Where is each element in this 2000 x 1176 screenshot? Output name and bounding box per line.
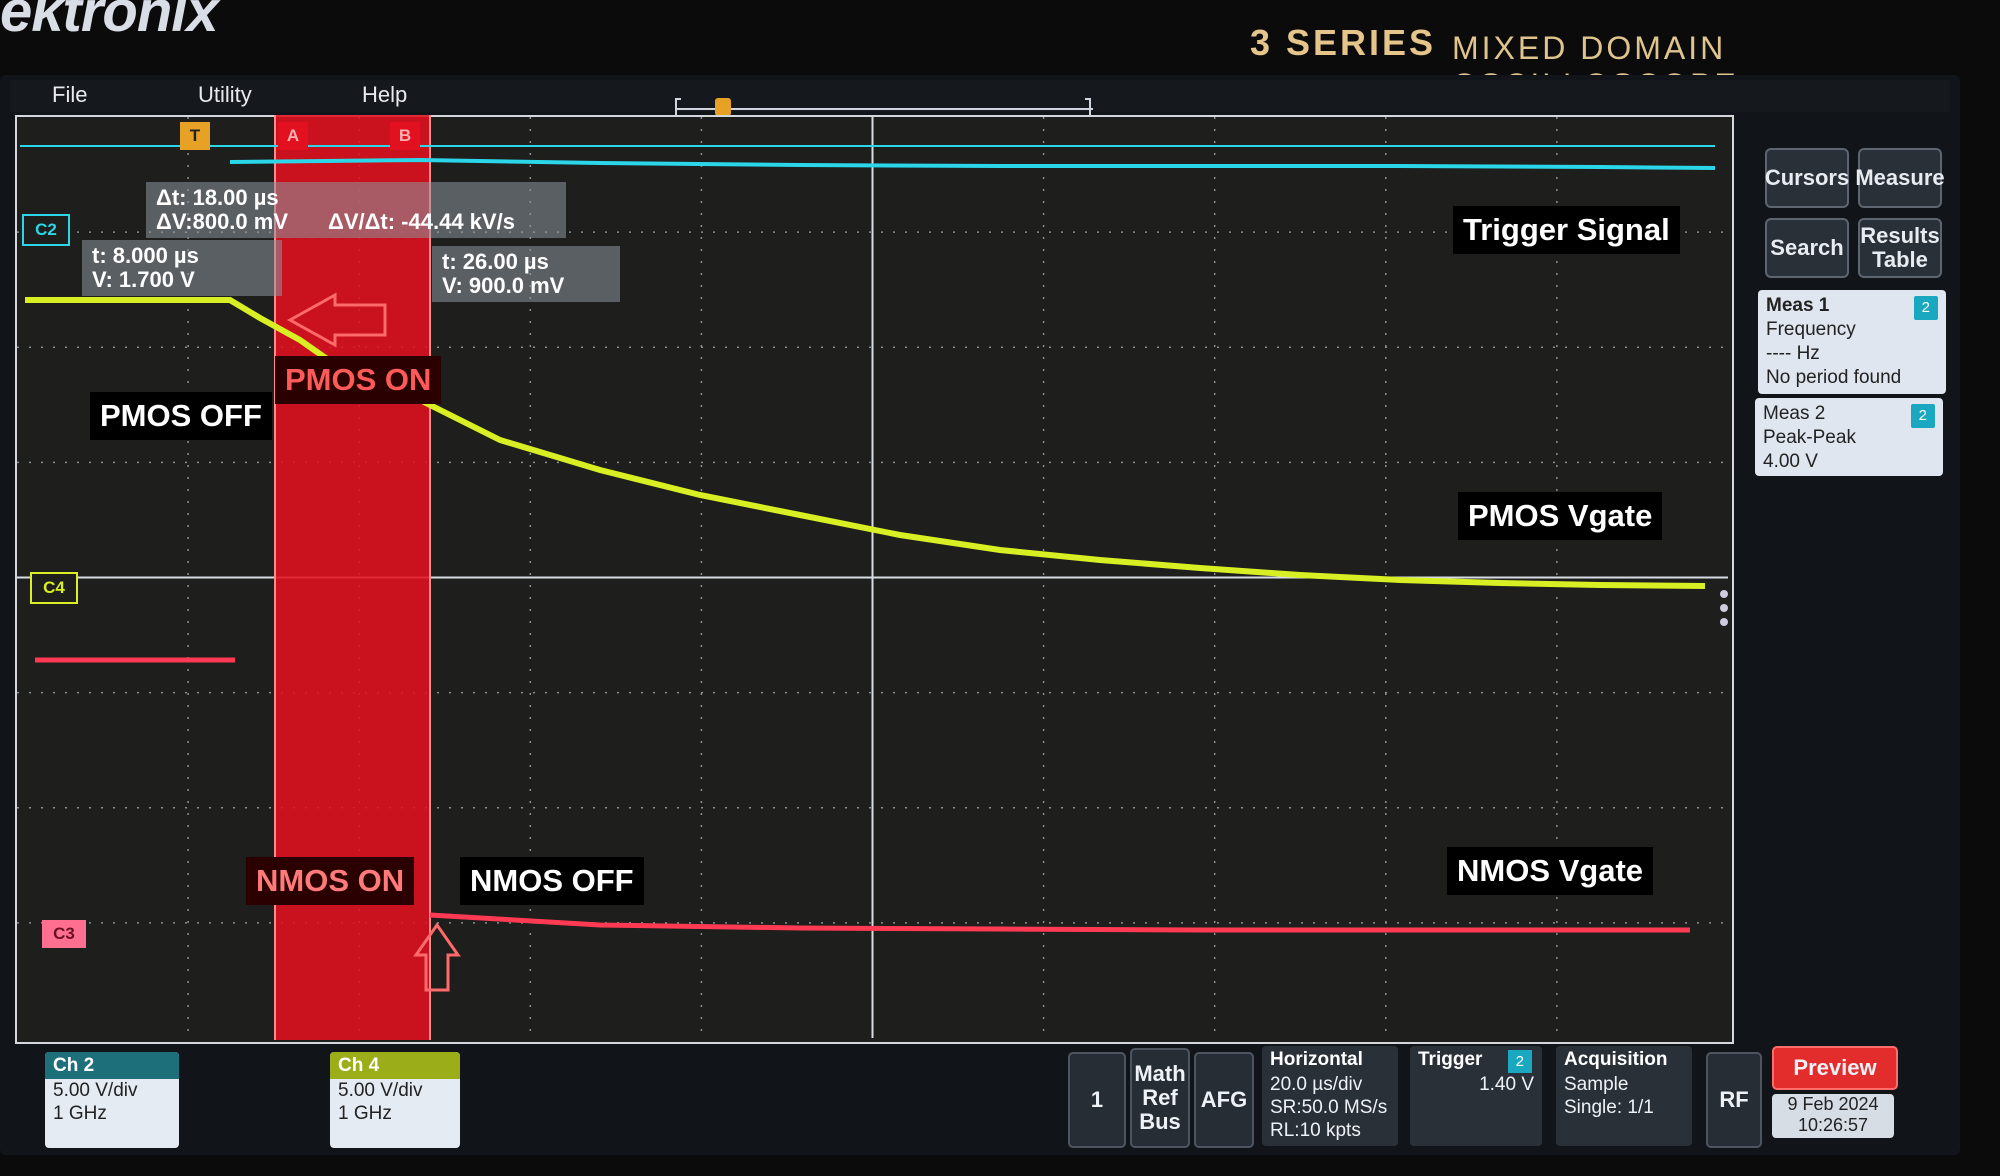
meas2-badge[interactable]: Meas 2 2 Peak-Peak 4.00 V bbox=[1755, 398, 1943, 476]
cursor-b-readout: t: 26.00 µs V: 900.0 mV bbox=[432, 246, 620, 302]
horizontal-scale: 20.0 µs/div bbox=[1270, 1074, 1363, 1095]
meas1-channel: 2 bbox=[1913, 296, 1938, 320]
rf-button[interactable]: RF bbox=[1706, 1052, 1762, 1148]
results-table-button[interactable]: Results Table bbox=[1858, 218, 1942, 278]
horizontal-badge[interactable]: Horizontal 20.0 µs/div SR:50.0 MS/s RL:1… bbox=[1262, 1046, 1398, 1146]
meas2-line2: 4.00 V bbox=[1763, 451, 1818, 472]
more-handle[interactable] bbox=[1720, 590, 1728, 626]
delta-v-value: ΔV:800.0 mV bbox=[156, 209, 288, 234]
time-value: 10:26:57 bbox=[1797, 1115, 1869, 1135]
label-pmos-on: PMOS ON bbox=[275, 356, 442, 404]
acquisition-title: Acquisition bbox=[1564, 1049, 1668, 1070]
horizontal-samplerate: SR:50.0 MS/s bbox=[1270, 1097, 1388, 1118]
label-nmos-off: NMOS OFF bbox=[460, 857, 644, 905]
cursor-b-handle[interactable]: B bbox=[390, 122, 420, 150]
results-table-line1: Results bbox=[1860, 223, 1940, 248]
meas1-line1: Frequency bbox=[1766, 319, 1856, 340]
cursor-a-handle[interactable]: A bbox=[278, 122, 308, 150]
label-nmos-vgate: NMOS Vgate bbox=[1447, 847, 1654, 895]
date-value: 9 Feb 2024 bbox=[1787, 1094, 1879, 1114]
label-pmos-vgate: PMOS Vgate bbox=[1458, 492, 1663, 540]
ch2-scale: 5.00 V/div bbox=[53, 1080, 138, 1101]
meas1-line2: ---- Hz bbox=[1766, 343, 1820, 364]
cursor-delta-readout: Δt: 18.00 µs ΔV:800.0 mV ΔV/Δt: -44.44 k… bbox=[146, 182, 566, 238]
results-table-line2: Table bbox=[1872, 247, 1928, 272]
ch1-button[interactable]: 1 bbox=[1068, 1052, 1126, 1148]
horizontal-recordlength: RL:10 kpts bbox=[1270, 1120, 1361, 1141]
acquisition-badge[interactable]: Acquisition Sample Single: 1/1 bbox=[1556, 1046, 1692, 1146]
measure-button[interactable]: Measure bbox=[1855, 148, 1945, 208]
meas1-line3: No period found bbox=[1766, 367, 1902, 388]
acquisition-single: Single: 1/1 bbox=[1564, 1097, 1654, 1118]
dvdt-value: ΔV/Δt: -44.44 kV/s bbox=[328, 209, 515, 234]
cursor-a-time: t: 8.000 µs bbox=[92, 243, 199, 268]
label-pmos-off: PMOS OFF bbox=[90, 392, 272, 440]
meas1-badge[interactable]: Meas 1 2 Frequency ---- Hz No period fou… bbox=[1758, 290, 1946, 394]
ch2-trace bbox=[229, 157, 1716, 170]
math-label: Math bbox=[1134, 1061, 1186, 1086]
trigger-badge[interactable]: Trigger 2 1.40 V bbox=[1410, 1046, 1542, 1146]
search-button[interactable]: Search bbox=[1765, 218, 1849, 278]
channel-c3-marker[interactable]: C3 bbox=[42, 920, 86, 948]
meas2-title: Meas 2 bbox=[1763, 403, 1826, 424]
afg-button[interactable]: AFG bbox=[1194, 1052, 1254, 1148]
cursor-a-voltage: V: 1.700 V bbox=[92, 267, 195, 292]
meas2-line1: Peak-Peak bbox=[1763, 427, 1856, 448]
ch4-bandwidth: 1 GHz bbox=[338, 1103, 392, 1124]
preview-button[interactable]: Preview bbox=[1772, 1046, 1898, 1090]
trigger-level: 1.40 V bbox=[1479, 1074, 1534, 1095]
cursor-b-time: t: 26.00 µs bbox=[442, 249, 549, 274]
waveform-svg bbox=[17, 115, 1728, 1040]
bus-label: Bus bbox=[1139, 1109, 1181, 1134]
delta-t-value: Δt: 18.00 µs bbox=[156, 185, 279, 210]
datetime-display: 9 Feb 2024 10:26:57 bbox=[1772, 1094, 1894, 1138]
ch2-badge[interactable]: Ch 2 5.00 V/div 1 GHz bbox=[45, 1052, 179, 1148]
ch4-scale: 5.00 V/div bbox=[338, 1080, 423, 1101]
cursor-b-voltage: V: 900.0 mV bbox=[442, 273, 565, 298]
ch2-bandwidth: 1 GHz bbox=[53, 1103, 107, 1124]
ref-label: Ref bbox=[1142, 1085, 1178, 1110]
horizontal-title: Horizontal bbox=[1270, 1049, 1363, 1070]
label-trigger-signal: Trigger Signal bbox=[1453, 206, 1680, 254]
channel-c4-marker[interactable]: C4 bbox=[30, 572, 78, 604]
trigger-channel: 2 bbox=[1507, 1050, 1532, 1073]
ch4-badge[interactable]: Ch 4 5.00 V/div 1 GHz bbox=[330, 1052, 460, 1148]
cursors-button[interactable]: Cursors bbox=[1765, 148, 1849, 208]
ch2-title: Ch 2 bbox=[45, 1052, 179, 1079]
label-nmos-on: NMOS ON bbox=[246, 857, 415, 905]
cursor-a-readout: t: 8.000 µs V: 1.700 V bbox=[82, 240, 282, 296]
trigger-position-icon[interactable]: T bbox=[180, 122, 210, 150]
channel-c2-marker[interactable]: C2 bbox=[22, 214, 70, 246]
ch4-title: Ch 4 bbox=[330, 1052, 460, 1079]
acquisition-mode: Sample bbox=[1564, 1074, 1629, 1095]
math-ref-bus-button[interactable]: Math Ref Bus bbox=[1130, 1048, 1190, 1148]
meas1-title: Meas 1 bbox=[1766, 295, 1830, 316]
meas2-channel: 2 bbox=[1910, 404, 1935, 428]
